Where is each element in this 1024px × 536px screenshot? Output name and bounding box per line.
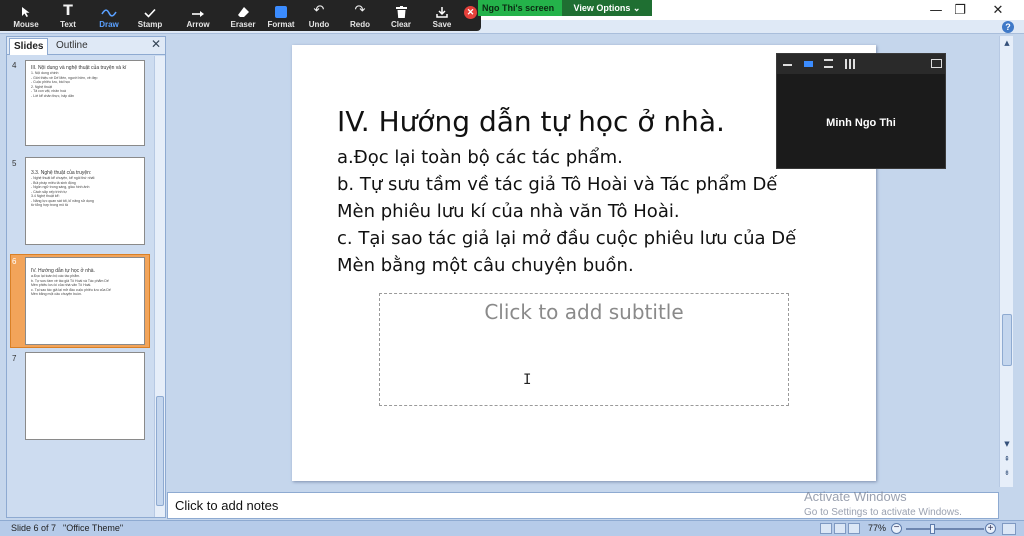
thumbnail-scrollbar[interactable]	[154, 56, 165, 517]
zoom-slider[interactable]	[906, 528, 984, 530]
notes-placeholder: Click to add notes	[175, 498, 279, 513]
slide-number: 7	[12, 354, 17, 363]
theme-name[interactable]: "Office Theme"	[63, 523, 123, 533]
text-cursor-icon: I	[523, 372, 532, 388]
activate-windows-subtitle: Go to Settings to activate Windows.	[804, 507, 962, 518]
slide-number: 6	[12, 257, 17, 266]
redo-icon: ↷	[354, 3, 366, 18]
next-slide-icon[interactable]: ⇟	[1002, 468, 1012, 478]
mouse-pointer-icon	[21, 0, 31, 18]
mouse-tool-button[interactable]: Mouse	[8, 0, 44, 31]
tool-label: Text	[60, 20, 76, 29]
status-bar: Slide 6 of 7 "Office Theme" 77% − +	[0, 520, 1024, 536]
thumbnail-line: - Lời kể chân thực, hấp dẫn	[31, 93, 74, 98]
scrollbar-thumb[interactable]	[1002, 314, 1012, 366]
tool-label: Redo	[350, 20, 370, 29]
thumbnail-list: 4 III. Nội dung và nghệ thuật của truyện…	[7, 56, 153, 517]
slide-body-line[interactable]: c. Tại sao tác giả lại mở đầu cuộc phiêu…	[337, 228, 796, 249]
slide-thumbnail-7[interactable]	[25, 352, 145, 440]
slide-number: 5	[12, 159, 17, 168]
normal-view-icon[interactable]	[820, 523, 832, 534]
undo-icon: ↶	[313, 3, 325, 18]
slide-scrollbar[interactable]: ▲ ▼ ⇞ ⇟	[999, 36, 1013, 487]
tool-label: Draw	[99, 20, 119, 29]
help-icon[interactable]: ?	[1002, 21, 1014, 33]
slide-sorter-icon[interactable]	[834, 523, 846, 534]
close-icon[interactable]: ✕	[151, 37, 161, 51]
subtitle-placeholder-box[interactable]: Click to add subtitle I	[379, 293, 789, 406]
undo-button[interactable]: ↶ Undo	[301, 0, 337, 31]
speaker-view-icon[interactable]	[824, 59, 833, 68]
restore-button[interactable]: ❐	[940, 0, 980, 20]
active-speaker-icon[interactable]	[804, 61, 813, 67]
slide-body-line[interactable]: Mèn bằng một câu chuyện buồn.	[337, 255, 634, 276]
slide-number: 4	[12, 61, 17, 70]
tool-label: Stamp	[137, 20, 163, 29]
video-toolbar	[777, 54, 945, 74]
scroll-up-icon[interactable]: ▲	[1002, 38, 1012, 48]
trash-icon	[395, 0, 407, 18]
slide-heading[interactable]: IV. Hướng dẫn tự học ở nhà.	[337, 105, 725, 138]
activate-windows-title: Activate Windows	[804, 489, 907, 504]
slide-body-line[interactable]: a.Đọc lại toàn bộ các tác phẩm.	[337, 147, 623, 168]
slide-thumbnail-4[interactable]: III. Nội dung và nghệ thuật của truyện v…	[25, 60, 145, 146]
checkmark-stamp-icon	[144, 0, 156, 18]
view-buttons	[820, 523, 860, 535]
tab-outline[interactable]: Outline	[52, 38, 92, 55]
save-button[interactable]: Save	[424, 0, 460, 31]
stamp-tool-button[interactable]: Stamp	[132, 0, 168, 31]
close-window-button[interactable]: ✕	[978, 0, 1018, 20]
zoom-out-icon[interactable]: −	[891, 523, 902, 534]
zoom-slider-knob[interactable]	[930, 524, 935, 534]
annotation-toolbar: Mouse T Text Draw Stamp Arrow Eraser For…	[0, 0, 481, 31]
view-options-button[interactable]: View Options ⌄	[562, 0, 652, 16]
slide-counter: Slide 6 of 7	[11, 523, 57, 533]
share-banner: Ngo Thi's screen	[478, 0, 562, 16]
thumbnail-line: Mèn bằng một câu chuyện buồn.	[31, 292, 82, 296]
tool-label: Mouse	[13, 20, 39, 29]
video-window[interactable]: Minh Ngo Thi	[776, 53, 946, 169]
zoom-in-icon[interactable]: +	[985, 523, 996, 534]
participant-name: Minh Ngo Thi	[826, 117, 896, 129]
exit-fullscreen-icon[interactable]	[931, 59, 942, 68]
squiggle-draw-icon	[101, 0, 117, 18]
draw-tool-button[interactable]: Draw	[91, 0, 127, 31]
tool-label: Format	[267, 20, 295, 29]
text-T-icon: T	[63, 3, 73, 19]
tool-label: Eraser	[230, 20, 256, 29]
subtitle-placeholder: Click to add subtitle	[484, 300, 684, 324]
zoom-level[interactable]: 77%	[868, 523, 886, 533]
scrollbar-thumb[interactable]	[156, 396, 164, 506]
panel-tabs: Slides Outline ✕	[7, 37, 165, 55]
clear-button[interactable]: Clear	[383, 0, 419, 31]
format-tool-button[interactable]: Format	[263, 0, 299, 31]
text-tool-button[interactable]: T Text	[50, 0, 86, 31]
blue-square-format-icon	[275, 0, 287, 18]
redo-button[interactable]: ↷ Redo	[342, 0, 378, 31]
eraser-icon	[237, 0, 250, 18]
slideshow-icon[interactable]	[848, 523, 860, 534]
tool-label: Clear	[390, 20, 411, 29]
tool-label: Undo	[308, 20, 330, 29]
slide-thumbnail-5[interactable]: 3.3. Nghệ thuật của truyện: - Nghệ thuật…	[25, 157, 145, 245]
arrow-tool-button[interactable]: Arrow	[180, 0, 216, 31]
slide-thumbnail-6[interactable]: IV. Hướng dẫn tự học ở nhà. a.Đọc lại to…	[25, 257, 145, 345]
close-annotation-icon[interactable]: ✕	[464, 6, 477, 19]
thumbnail-line: từ tổng hợp trong mô tả	[31, 203, 68, 207]
slides-panel: Slides Outline ✕ 4 III. Nội dung và nghệ…	[6, 36, 166, 518]
tool-label: Arrow	[186, 20, 210, 29]
slide-body-line[interactable]: Mèn phiêu lưu kí của nhà văn Tô Hoài.	[337, 201, 680, 222]
tab-slides[interactable]: Slides	[9, 38, 49, 55]
minimize-video-icon[interactable]	[783, 64, 792, 66]
previous-slide-icon[interactable]: ⇞	[1002, 454, 1012, 464]
fit-to-window-icon[interactable]	[1002, 523, 1016, 535]
tool-label: Save	[432, 20, 452, 29]
eraser-tool-button[interactable]: Eraser	[225, 0, 261, 31]
gallery-view-icon[interactable]	[845, 59, 855, 69]
arrow-icon	[191, 0, 205, 18]
save-download-icon	[436, 0, 448, 18]
slide-body-line[interactable]: b. Tự sưu tầm về tác giả Tô Hoài và Tác …	[337, 174, 777, 195]
scroll-down-icon[interactable]: ▼	[1002, 439, 1012, 449]
